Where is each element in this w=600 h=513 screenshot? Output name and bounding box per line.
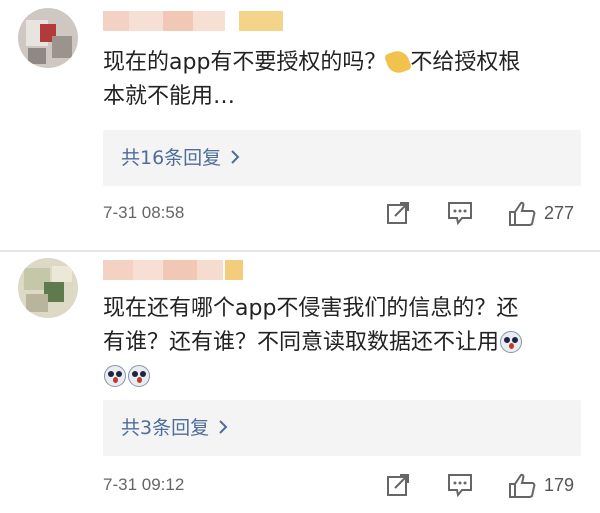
comment-meta: 7-31 09:12 179 <box>103 472 583 502</box>
comment-icon[interactable] <box>446 200 474 230</box>
timestamp: 7-31 08:58 <box>103 203 185 222</box>
comment-text: 现在还有哪个app不侵害我们的信息的？还 有谁？还有谁？不同意读取数据还不让用 <box>103 292 583 394</box>
chevron-right-icon <box>229 145 241 171</box>
username-blurred[interactable] <box>103 11 283 31</box>
like-count: 179 <box>544 475 575 495</box>
shocked-face-emoji <box>104 365 126 387</box>
repost-icon[interactable] <box>385 472 411 502</box>
like-count: 277 <box>544 203 575 223</box>
comment-item-2: 现在还有哪个app不侵害我们的信息的？还 有谁？还有谁？不同意读取数据还不让用 … <box>0 252 600 513</box>
username-blurred[interactable] <box>103 260 243 280</box>
replies-box[interactable]: 共3条回复 <box>103 400 581 456</box>
chevron-right-icon <box>217 415 229 441</box>
repost-icon[interactable] <box>385 200 411 230</box>
shocked-face-emoji <box>500 331 523 353</box>
view-replies-link[interactable]: 共16条回复 <box>121 145 241 171</box>
comment-item-1: 现在的app有不要授权的吗？ 不给授权根 本就不能用… 共16条回复 7-31 0… <box>0 0 600 250</box>
comment-text: 现在的app有不要授权的吗？ 不给授权根 本就不能用… <box>103 46 583 114</box>
replies-box[interactable]: 共16条回复 <box>103 130 581 186</box>
comment-meta: 7-31 08:58 277 <box>103 200 583 230</box>
shocked-face-emoji <box>128 365 150 387</box>
thumbs-up-icon <box>508 472 538 500</box>
thumbs-up-icon <box>508 200 538 228</box>
avatar[interactable] <box>18 8 78 68</box>
avatar[interactable] <box>18 258 78 318</box>
view-replies-link[interactable]: 共3条回复 <box>121 415 229 441</box>
comment-icon[interactable] <box>446 472 474 502</box>
like-button[interactable]: 277 <box>508 200 574 230</box>
pointing-emoji <box>384 47 413 77</box>
like-button[interactable]: 179 <box>508 472 574 502</box>
timestamp: 7-31 09:12 <box>103 475 185 494</box>
